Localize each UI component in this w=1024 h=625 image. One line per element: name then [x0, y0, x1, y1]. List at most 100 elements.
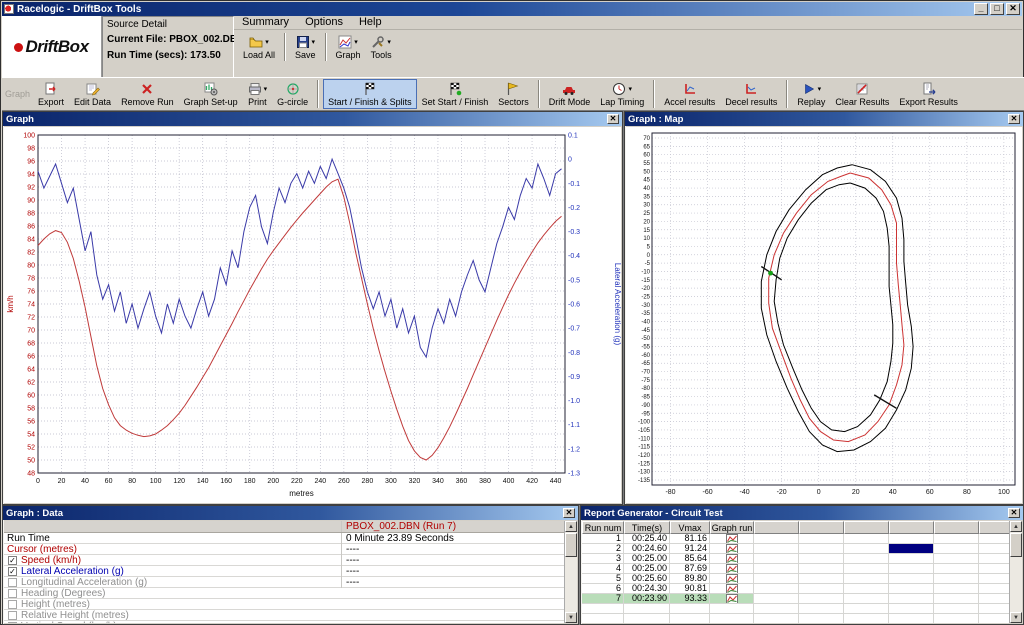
channel-checkbox[interactable] — [8, 589, 17, 598]
graph-toolbar-button-accel-results[interactable]: Accel results — [659, 79, 720, 109]
dropdown-arrow-icon[interactable]: ▾ — [387, 38, 391, 46]
toolbar-button-label: Sectors — [498, 97, 529, 107]
report-column-header-time-s[interactable]: Time(s) — [624, 521, 670, 534]
main-toolbar-button-load-all[interactable]: ▾Load All — [238, 32, 280, 62]
dropdown-arrow-icon[interactable]: ▾ — [354, 38, 358, 46]
graph-run-cell[interactable] — [710, 544, 754, 554]
graph-run-icon[interactable] — [726, 574, 738, 584]
channel-label-cell: Height (metres) — [4, 599, 341, 610]
main-toolbar-button-tools[interactable]: ▾Tools — [366, 32, 397, 62]
graph-run-cell[interactable] — [710, 594, 754, 604]
graph-run-cell[interactable] — [710, 584, 754, 594]
report-row[interactable]: 700:23.9093.33 — [582, 594, 1009, 604]
close-button[interactable]: ✕ — [1006, 3, 1020, 15]
report-panel-titlebar[interactable]: Report Generator - Circuit Test ✕ — [581, 506, 1023, 520]
svg-text:-135: -135 — [638, 478, 651, 484]
graph-run-icon[interactable] — [726, 544, 738, 554]
graph-window-titlebar[interactable]: Graph ✕ — [3, 112, 622, 126]
graph-toolbar-button-replay[interactable]: ▾Replay — [792, 79, 830, 109]
graph-toolbar-button-start-finish-splits[interactable]: Start / Finish & Splits — [323, 79, 417, 109]
graph-toolbar-button-graph-set-up[interactable]: Graph Set-up — [179, 79, 243, 109]
graph-toolbar-button-g-circle[interactable]: G-circle — [272, 79, 313, 109]
graph-toolbar-button-drift-mode[interactable]: Drift Mode — [544, 79, 596, 109]
graph-toolbar-button-export[interactable]: Export — [33, 79, 69, 109]
data-panel-titlebar[interactable]: Graph : Data ✕ — [3, 506, 578, 520]
main-toolbar-button-graph[interactable]: ▾Graph — [331, 32, 366, 62]
current-file-value: PBOX_002.DBN — [169, 34, 244, 45]
graph-window-close-icon[interactable]: ✕ — [607, 114, 619, 124]
source-detail-panel: Source Detail Current File: PBOX_002.DBN… — [102, 16, 234, 78]
dropdown-arrow-icon[interactable]: ▾ — [264, 85, 268, 93]
svg-text:-5: -5 — [645, 261, 651, 267]
graph-toolbar-button-edit-data[interactable]: Edit Data — [69, 79, 116, 109]
report-row[interactable]: 500:25.6089.80 — [582, 574, 1009, 584]
channel-checkbox[interactable]: ✓ — [8, 556, 17, 565]
report-column-header-graph-run[interactable]: Graph run — [710, 521, 754, 534]
graph-toolbar-button-export-results[interactable]: Export Results — [894, 79, 963, 109]
data-panel-close-icon[interactable]: ✕ — [563, 508, 575, 518]
report-panel-scrollbar[interactable]: ▲ ▼ — [1009, 521, 1022, 623]
vmax-cell: 90.81 — [670, 584, 710, 594]
scroll-down-icon[interactable]: ▼ — [1010, 612, 1022, 623]
map-window-close-icon[interactable]: ✕ — [1008, 114, 1020, 124]
minimize-button[interactable]: _ — [974, 3, 988, 15]
channel-checkbox[interactable] — [8, 600, 17, 609]
graph-run-cell[interactable] — [710, 604, 754, 614]
report-row[interactable]: 100:25.4081.16 — [582, 534, 1009, 544]
report-row[interactable]: 200:24.6091.24 — [582, 544, 1009, 554]
report-row[interactable] — [582, 614, 1009, 623]
graph-run-icon[interactable] — [726, 554, 738, 564]
scroll-down-icon[interactable]: ▼ — [565, 612, 577, 623]
menu-item-summary[interactable]: Summary — [234, 16, 297, 29]
graph-run-icon[interactable] — [726, 584, 738, 594]
svg-text:-30: -30 — [641, 303, 650, 309]
graph-toolbar-button-remove-run[interactable]: Remove Run — [116, 79, 179, 109]
window-titlebar[interactable]: Racelogic - DriftBox Tools _ □ ✕ — [2, 2, 1022, 16]
svg-text:0: 0 — [568, 157, 572, 164]
channel-checkbox[interactable] — [8, 578, 17, 587]
empty-cell — [979, 594, 1009, 604]
graph-run-icon[interactable] — [726, 534, 738, 544]
menu-item-help[interactable]: Help — [351, 16, 390, 29]
graph-run-cell[interactable] — [710, 614, 754, 623]
dropdown-arrow-icon[interactable]: ▾ — [818, 85, 822, 93]
graph-toolbar-button-print[interactable]: ▾Print — [243, 79, 273, 109]
svg-text:360: 360 — [456, 478, 468, 485]
report-row[interactable]: 600:24.3090.81 — [582, 584, 1009, 594]
main-toolbar-button-save[interactable]: ▾Save — [290, 32, 321, 62]
dropdown-arrow-icon[interactable]: ▾ — [628, 85, 632, 93]
graph-run-cell[interactable] — [710, 554, 754, 564]
report-column-header-vmax[interactable]: Vmax — [670, 521, 710, 534]
maximize-button[interactable]: □ — [990, 3, 1004, 15]
data-panel-scrollbar[interactable]: ▲ ▼ — [564, 521, 577, 623]
map-window-titlebar[interactable]: Graph : Map ✕ — [625, 112, 1023, 126]
graph-toolbar-button-set-start-finish[interactable]: Set Start / Finish — [417, 79, 494, 109]
graph-run-cell[interactable] — [710, 574, 754, 584]
graph-run-cell[interactable] — [710, 534, 754, 544]
report-row[interactable]: 400:25.0087.69 — [582, 564, 1009, 574]
graph-toolbar-button-lap-timing[interactable]: ▾Lap Timing — [595, 79, 649, 109]
channel-checkbox[interactable] — [8, 622, 17, 624]
svg-text:20: 20 — [643, 219, 650, 225]
report-column-header-run-num[interactable]: Run num — [582, 521, 624, 534]
graph-run-icon[interactable] — [726, 564, 738, 574]
dropdown-arrow-icon[interactable]: ▾ — [265, 38, 269, 46]
graph-toolbar-button-sectors[interactable]: Sectors — [493, 79, 534, 109]
report-panel-close-icon[interactable]: ✕ — [1008, 508, 1020, 518]
empty-cell — [799, 544, 844, 554]
report-row[interactable]: 300:25.0085.64 — [582, 554, 1009, 564]
selected-cell[interactable] — [889, 544, 934, 554]
scrollbar-thumb[interactable] — [565, 533, 577, 557]
channel-checkbox[interactable]: ✓ — [8, 567, 17, 576]
channel-checkbox[interactable] — [8, 611, 17, 620]
dropdown-arrow-icon[interactable]: ▾ — [312, 38, 316, 46]
graph-run-cell[interactable] — [710, 564, 754, 574]
graph-toolbar-button-decel-results[interactable]: Decel results — [720, 79, 782, 109]
scrollbar-thumb[interactable] — [1010, 533, 1022, 557]
graph-toolbar-button-clear-results[interactable]: Clear Results — [830, 79, 894, 109]
menu-item-options[interactable]: Options — [297, 16, 351, 29]
scroll-up-icon[interactable]: ▲ — [565, 521, 577, 532]
scroll-up-icon[interactable]: ▲ — [1010, 521, 1022, 532]
report-row[interactable] — [582, 604, 1009, 614]
graph-run-icon[interactable] — [726, 594, 738, 604]
